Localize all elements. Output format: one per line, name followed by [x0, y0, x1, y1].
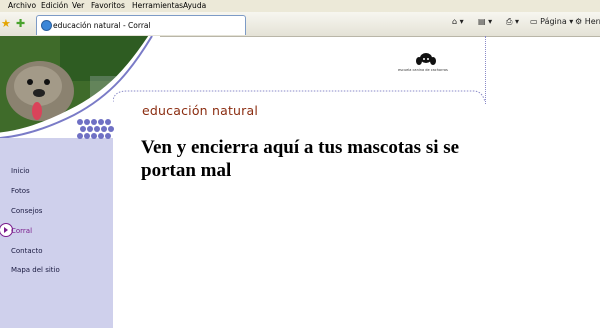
menu-herramientas[interactable]: Herramientas [132, 1, 183, 10]
nav-corral[interactable]: Corral [11, 227, 32, 235]
page-headline: Ven y encierra aquí a tus mascotas si se… [141, 137, 460, 181]
menu-ver[interactable]: Ver [72, 1, 84, 10]
nav-inicio[interactable]: Inicio [11, 167, 30, 175]
menu-archivo[interactable]: Archivo [8, 1, 36, 10]
tools-button-label: Herr [584, 17, 600, 26]
favorites-star-icon[interactable]: ★ [1, 17, 11, 30]
page-button-label: Página [540, 17, 567, 26]
nav-consejos[interactable]: Consejos [11, 207, 42, 215]
logo-text: escuela canina de cachorros [398, 68, 448, 72]
browser-toolbar: ★ ✚ educación natural - Corral ⌂ ▾ ▤ ▾ ⎙… [0, 12, 600, 37]
nav-contacto[interactable]: Contacto [11, 247, 43, 255]
browser-tab[interactable]: educación natural - Corral [36, 15, 246, 35]
ie-icon [41, 20, 52, 31]
menu-ayuda[interactable]: Ayuda [183, 1, 206, 10]
tab-title: educación natural - Corral [53, 21, 151, 30]
menu-favoritos[interactable]: Favoritos [91, 1, 125, 10]
add-favorite-icon[interactable]: ✚ [16, 17, 25, 30]
content-right-border [485, 36, 487, 104]
page-menu-button[interactable]: ▭ Página ▾ [530, 17, 573, 26]
home-icon[interactable]: ⌂ ▾ [452, 17, 464, 26]
tools-menu-button[interactable]: ⚙ Herr [575, 17, 600, 26]
school-logo[interactable] [396, 50, 456, 76]
section-title: educación natural [142, 103, 259, 118]
content-top-edge [113, 90, 485, 102]
menu-edicion[interactable]: Edición [41, 1, 68, 10]
menu-bar: Archivo Edición Ver Favoritos Herramient… [0, 0, 600, 12]
nav-mapa-del-sitio[interactable]: Mapa del sitio [11, 266, 60, 274]
nav-fotos[interactable]: Fotos [11, 187, 30, 195]
print-icon[interactable]: ⎙ ▾ [506, 17, 519, 27]
feeds-icon[interactable]: ▤ ▾ [478, 17, 492, 26]
